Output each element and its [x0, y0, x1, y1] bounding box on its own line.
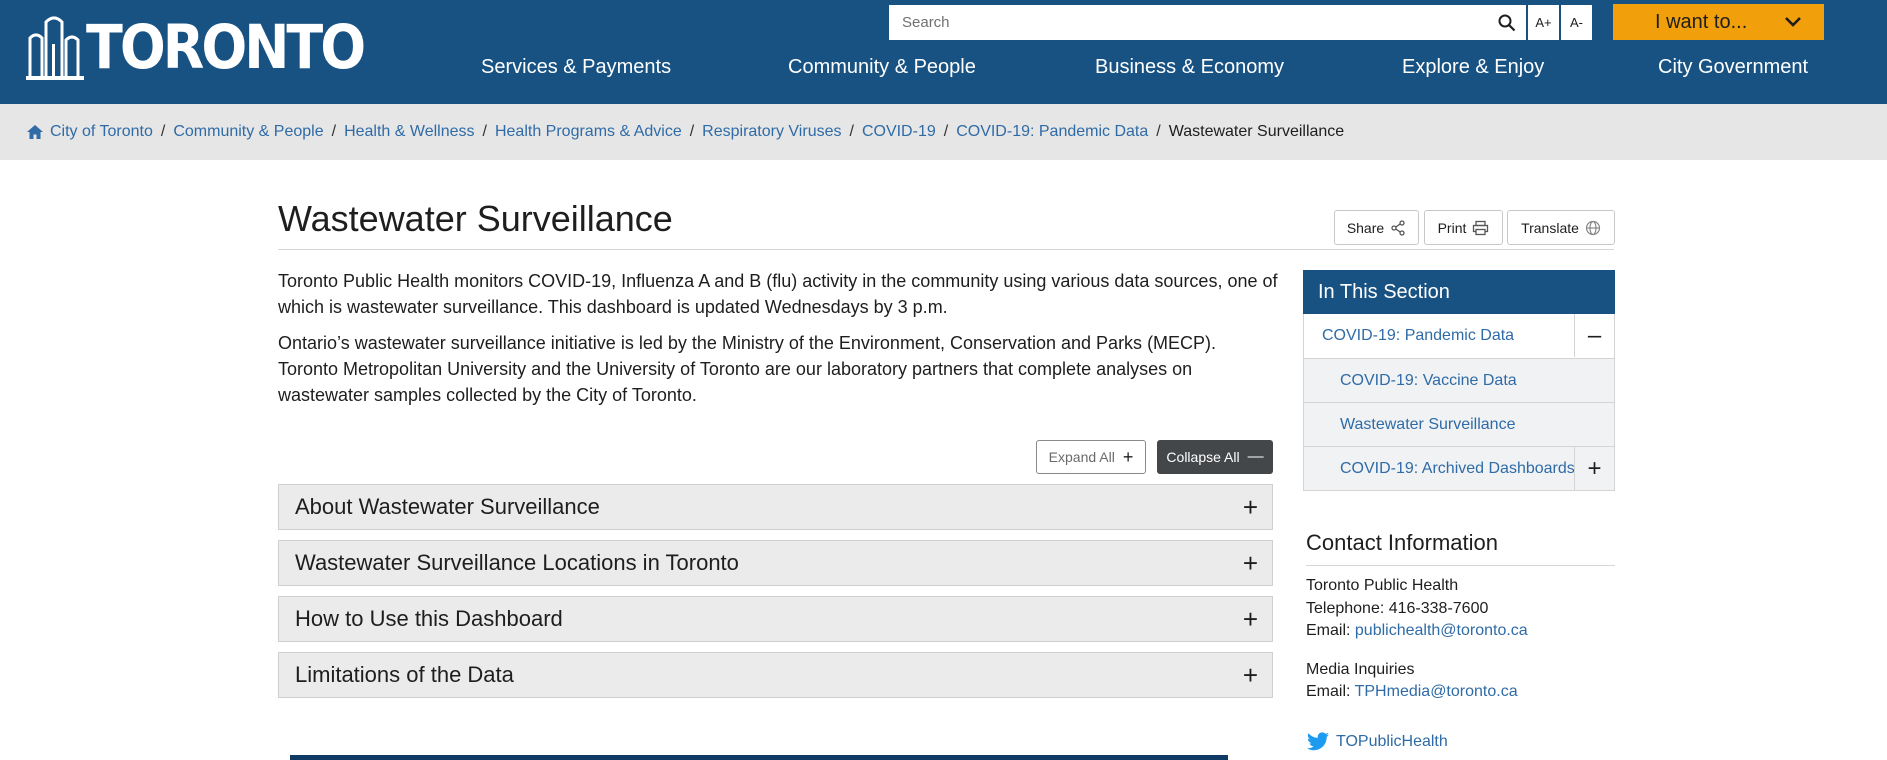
- section-link-vaccine-data[interactable]: COVID-19: Vaccine Data: [1304, 358, 1614, 402]
- media-email-link[interactable]: TPHmedia@toronto.ca: [1355, 683, 1518, 700]
- contact-email-link[interactable]: publichealth@toronto.ca: [1355, 622, 1528, 639]
- breadcrumb-separator: /: [331, 123, 337, 140]
- breadcrumb-link-covid-19[interactable]: COVID-19: [862, 123, 936, 141]
- contact-email-row: Email: publichealth@toronto.ca: [1306, 622, 1528, 640]
- nav-community-people[interactable]: Community & People: [788, 56, 976, 79]
- search-icon: [1498, 14, 1516, 31]
- expand-all-button[interactable]: Expand All +: [1036, 440, 1146, 474]
- breadcrumb-link-pandemic-data[interactable]: COVID-19: Pandemic Data: [956, 123, 1148, 141]
- expand-section-button[interactable]: +: [1574, 447, 1614, 490]
- breadcrumb-link-health-programs[interactable]: Health Programs & Advice: [495, 123, 682, 141]
- breadcrumb-separator: /: [1156, 123, 1161, 140]
- breadcrumb-separator: /: [849, 123, 854, 140]
- media-inquiries-label: Media Inquiries: [1306, 661, 1415, 678]
- dashboard-frame-edge: [290, 755, 1228, 760]
- breadcrumb-link-community-people[interactable]: Community & People: [173, 123, 323, 141]
- plus-icon: +: [1242, 604, 1258, 634]
- section-link-label: COVID-19: Pandemic Data: [1322, 327, 1515, 344]
- twitter-icon: [1307, 732, 1329, 751]
- nav-services-payments[interactable]: Services & Payments: [481, 56, 671, 79]
- accordion-limitations[interactable]: Limitations of the Data +: [278, 652, 1273, 698]
- plus-icon: +: [1242, 492, 1258, 522]
- contact-divider: [1306, 565, 1615, 566]
- nav-business-economy[interactable]: Business & Economy: [1095, 56, 1284, 79]
- contact-org: Toronto Public Health: [1306, 577, 1459, 594]
- plus-icon: +: [1122, 446, 1134, 467]
- accordion-title: About Wastewater Surveillance: [295, 494, 600, 519]
- section-nav: COVID-19: Pandemic Data – COVID-19: Vacc…: [1303, 314, 1615, 491]
- collapse-all-label: Collapse All: [1166, 449, 1240, 465]
- site-header: TORONTO A+ A- I want to... Services & Pa…: [0, 0, 1887, 104]
- search-input[interactable]: [890, 6, 1489, 39]
- contact-heading: Contact Information: [1306, 530, 1498, 555]
- contact-telephone: Telephone: 416-338-7600: [1306, 600, 1489, 617]
- media-email-label: Email:: [1306, 683, 1355, 700]
- twitter-link[interactable]: TOPublicHealth: [1306, 732, 1448, 752]
- accordion-title: Limitations of the Data: [295, 662, 514, 687]
- contact-email-label: Email:: [1306, 622, 1355, 639]
- globe-icon: [1585, 220, 1601, 235]
- print-label: Print: [1437, 219, 1467, 236]
- search-button[interactable]: [1489, 6, 1525, 39]
- section-link-label: COVID-19: Archived Dashboards: [1340, 459, 1575, 477]
- breadcrumb-separator: /: [160, 123, 166, 140]
- breadcrumb-separator: /: [943, 123, 949, 140]
- media-email-row: Email: TPHmedia@toronto.ca: [1306, 683, 1518, 701]
- title-divider: [278, 249, 1614, 250]
- breadcrumb-separator: /: [689, 123, 695, 140]
- font-decrease-button[interactable]: A-: [1561, 5, 1592, 40]
- home-icon[interactable]: [26, 124, 44, 140]
- nav-explore-enjoy[interactable]: Explore & Enjoy: [1402, 56, 1544, 79]
- i-want-to-dropdown[interactable]: I want to...: [1613, 4, 1824, 40]
- share-label: Share: [1346, 219, 1385, 236]
- plus-icon: +: [1242, 548, 1258, 578]
- accordion-title: Wastewater Surveillance Locations in Tor…: [295, 550, 739, 575]
- section-link-wastewater[interactable]: Wastewater Surveillance: [1304, 402, 1614, 446]
- accordion-about[interactable]: About Wastewater Surveillance +: [278, 484, 1273, 530]
- intro-text: Toronto Public Health monitors COVID-19,…: [278, 268, 1278, 418]
- twitter-handle: TOPublicHealth: [1336, 733, 1448, 750]
- page-title: Wastewater Surveillance: [278, 198, 673, 239]
- minus-icon: —: [1247, 448, 1264, 465]
- accordion-locations[interactable]: Wastewater Surveillance Locations in Tor…: [278, 540, 1273, 586]
- breadcrumb-link-health-wellness[interactable]: Health & Wellness: [344, 123, 474, 141]
- search-bar: [889, 5, 1526, 40]
- section-link-pandemic-data[interactable]: COVID-19: Pandemic Data –: [1304, 314, 1614, 358]
- translate-button[interactable]: Translate: [1507, 210, 1615, 245]
- breadcrumb-current: Wastewater Surveillance: [1168, 123, 1345, 140]
- breadcrumb-link-city-of-toronto[interactable]: City of Toronto: [50, 123, 153, 141]
- share-button[interactable]: Share: [1334, 210, 1419, 245]
- breadcrumb-link-respiratory-viruses[interactable]: Respiratory Viruses: [702, 123, 841, 141]
- i-want-to-label: I want to...: [1655, 10, 1748, 33]
- breadcrumb-separator: /: [482, 123, 487, 140]
- section-link-archived-dashboards[interactable]: COVID-19: Archived Dashboards +: [1304, 446, 1614, 490]
- nav-city-government[interactable]: City Government: [1658, 56, 1808, 79]
- intro-paragraph: Ontario’s wastewater surveillance initia…: [278, 333, 1217, 405]
- section-link-label: Wastewater Surveillance: [1340, 415, 1516, 433]
- expand-all-label: Expand All: [1048, 449, 1115, 465]
- print-button[interactable]: Print: [1424, 210, 1503, 245]
- font-increase-button[interactable]: A+: [1528, 5, 1559, 40]
- breadcrumb: City of Toronto / Community & People / H…: [0, 104, 1887, 160]
- in-this-section-heading: In This Section: [1303, 270, 1615, 314]
- main-nav: Services & Payments Community & People B…: [0, 56, 1887, 86]
- chevron-down-icon: [1785, 17, 1801, 27]
- plus-icon: +: [1242, 660, 1258, 690]
- collapse-section-button[interactable]: –: [1574, 314, 1614, 357]
- accordion-how-to-use[interactable]: How to Use this Dashboard +: [278, 596, 1273, 642]
- intro-paragraph: Toronto Public Health monitors COVID-19,…: [278, 271, 1278, 317]
- share-icon: [1391, 219, 1405, 236]
- translate-label: Translate: [1521, 219, 1579, 236]
- print-icon: [1473, 220, 1489, 235]
- collapse-all-button[interactable]: Collapse All —: [1157, 440, 1273, 474]
- section-link-label: COVID-19: Vaccine Data: [1340, 371, 1517, 389]
- accordion-title: How to Use this Dashboard: [295, 606, 563, 631]
